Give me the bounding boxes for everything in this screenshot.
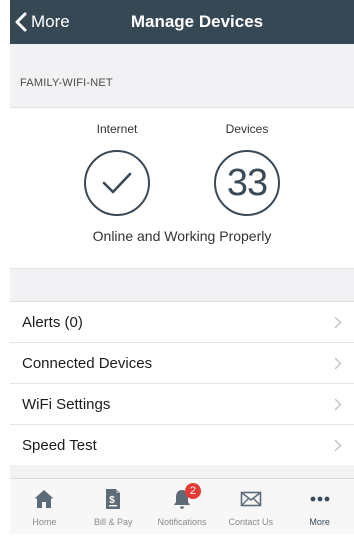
menu-item-alerts[interactable]: Alerts (0) [10, 302, 354, 343]
home-icon [34, 490, 54, 508]
menu-item-speed-test[interactable]: Speed Test [10, 425, 354, 466]
internet-status: Internet [77, 122, 157, 216]
tab-bar: Home $ Bill & Pay 2 Notifications Contac… [10, 478, 354, 534]
internet-status-circle [84, 150, 150, 216]
devices-label: Devices [225, 122, 269, 136]
notification-badge: 2 [184, 483, 201, 499]
menu-item-label: Connected Devices [22, 354, 153, 372]
section-divider [10, 268, 354, 301]
chevron-right-icon [334, 316, 342, 328]
chevron-right-icon [334, 357, 342, 369]
devices-status: Devices 33 [207, 122, 287, 216]
device-count-circle: 33 [214, 150, 280, 216]
settings-menu: Alerts (0) Connected Devices WiFi Settin… [10, 301, 354, 466]
tab-label: Bill & Pay [93, 517, 133, 527]
tab-more[interactable]: More [285, 479, 354, 534]
tab-label: More [309, 517, 330, 527]
menu-item-wifi-settings[interactable]: WiFi Settings [10, 384, 354, 425]
internet-label: Internet [96, 122, 138, 136]
tab-label: Notifications [157, 517, 207, 527]
page-title: Manage Devices [130, 12, 264, 31]
menu-item-label: Alerts (0) [22, 313, 83, 331]
chevron-right-icon [334, 398, 342, 410]
tab-label: Contact Us [228, 517, 274, 527]
tab-notifications[interactable]: 2 Notifications [148, 479, 217, 534]
nav-bar: More Manage Devices [10, 0, 354, 44]
envelope-icon [240, 491, 262, 507]
network-header: FAMILY-WIFI-NET [10, 44, 354, 108]
more-icon [310, 496, 329, 502]
menu-item-connected-devices[interactable]: Connected Devices [10, 343, 354, 384]
network-name: FAMILY-WIFI-NET [20, 77, 113, 89]
bottom-margin [0, 534, 354, 546]
device-count: 33 [226, 161, 268, 204]
bill-icon: $ [106, 489, 121, 509]
tab-bill-pay[interactable]: $ Bill & Pay [79, 479, 148, 534]
tab-label: Home [32, 517, 57, 527]
chevron-right-icon [334, 439, 342, 451]
menu-item-label: WiFi Settings [22, 395, 111, 413]
tab-home[interactable]: Home [10, 479, 79, 534]
tab-contact-us[interactable]: Contact Us [216, 479, 285, 534]
status-message: Online and Working Properly [92, 228, 272, 244]
status-panel: Internet Devices 33 Online and Working P… [10, 108, 354, 268]
list-footer-spacer [10, 465, 354, 478]
checkmark-icon [102, 172, 132, 194]
svg-text:$: $ [109, 495, 115, 506]
menu-item-label: Speed Test [22, 436, 97, 454]
